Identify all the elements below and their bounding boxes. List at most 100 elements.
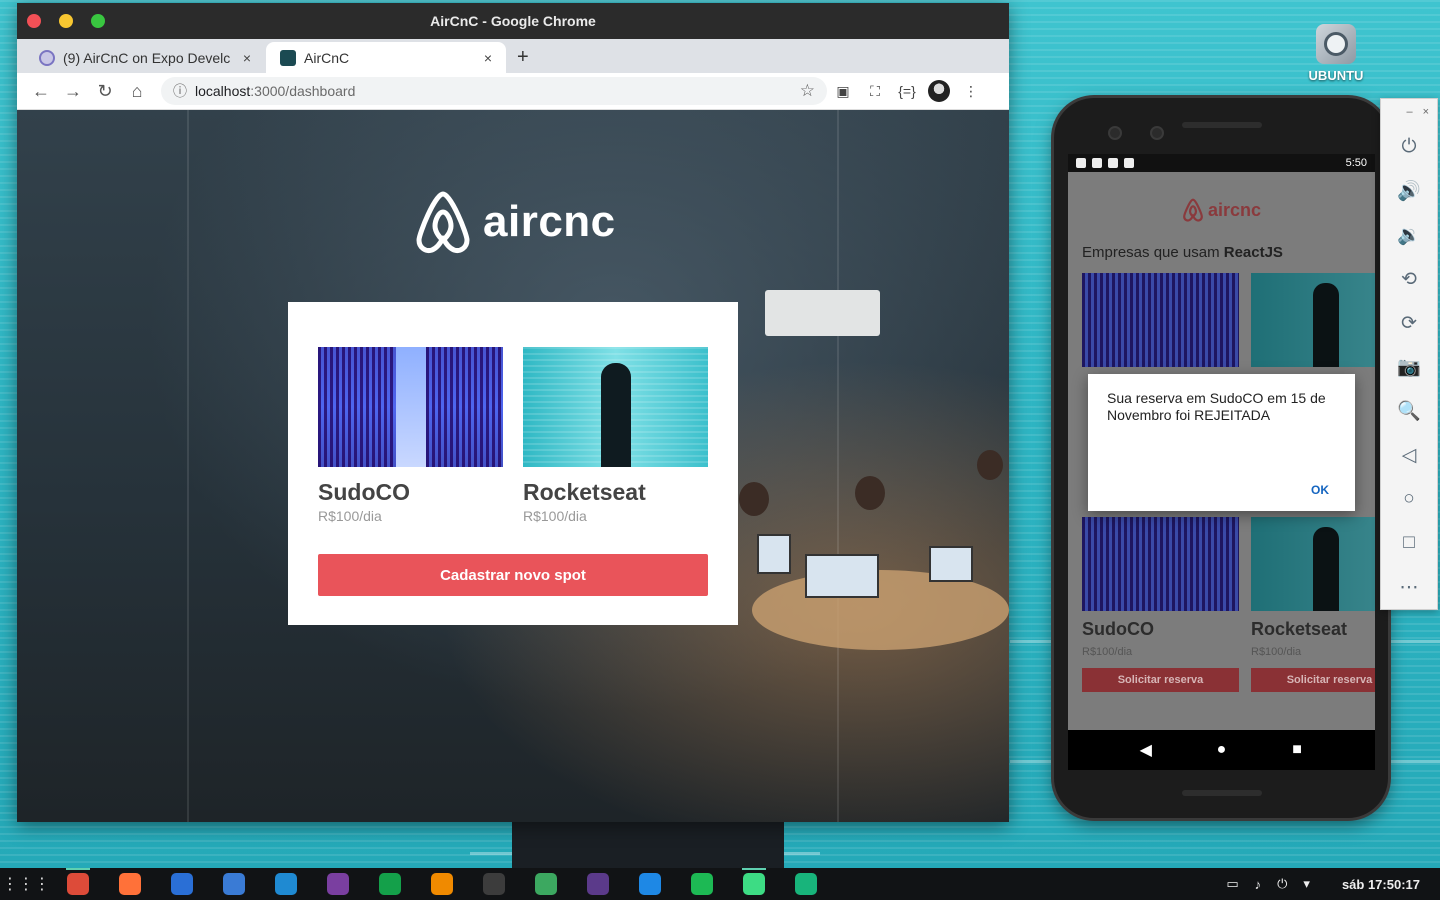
tray-menu-icon[interactable]: ▾ xyxy=(1303,876,1310,892)
camera-icon[interactable]: 📷 xyxy=(1381,345,1437,389)
taskbar-app-chrome[interactable] xyxy=(52,868,104,900)
minimize-icon[interactable]: – xyxy=(1406,106,1412,118)
logo-wordmark: aircnc xyxy=(483,197,616,246)
taskbar-app-vscode[interactable] xyxy=(260,868,312,900)
desktop-icon-ubuntu-drive[interactable]: UBUNTU xyxy=(1300,24,1372,83)
mongodb-compass-icon xyxy=(379,873,401,895)
back-icon[interactable]: ◀ xyxy=(1136,740,1156,760)
taskbar-app-app-green[interactable] xyxy=(780,868,832,900)
spot-list: SudoCO R$100/dia Rocketseat R$100/dia xyxy=(318,347,708,524)
spot-name: SudoCO xyxy=(1082,619,1154,639)
close-window-button[interactable] xyxy=(27,14,41,28)
background-ac-unit xyxy=(765,290,880,336)
extension-screenshot-icon[interactable]: ⛶ xyxy=(859,77,891,105)
android-status-bar: 5:50 xyxy=(1068,154,1375,172)
forward-button[interactable]: → xyxy=(57,77,89,105)
spot-thumbnail[interactable] xyxy=(1251,517,1375,611)
more-icon[interactable]: ⋯ xyxy=(1381,565,1437,609)
emulator-window-controls: – × xyxy=(1381,99,1437,125)
airbnb-belo-icon xyxy=(416,191,470,253)
home-button[interactable]: ⌂ xyxy=(121,77,153,105)
bookmark-star-icon[interactable]: ☆ xyxy=(800,81,815,101)
taskbar-app-firefox[interactable] xyxy=(104,868,156,900)
minimize-window-button[interactable] xyxy=(59,14,73,28)
section-tech: ReactJS xyxy=(1223,244,1283,261)
background-meeting-table xyxy=(752,570,1009,650)
taskbar-app-vlc[interactable] xyxy=(416,868,468,900)
taskbar-app-files[interactable] xyxy=(156,868,208,900)
overview-icon[interactable]: □ xyxy=(1381,521,1437,565)
power-icon[interactable]: ⏻ xyxy=(1381,125,1437,169)
dialog-message: Sua reserva em SudoCO em 15 de Novembro … xyxy=(1107,390,1326,423)
spot-name: SudoCO xyxy=(318,479,410,505)
back-icon[interactable]: ◁ xyxy=(1381,433,1437,477)
close-icon[interactable]: × xyxy=(1423,106,1429,118)
window-title: AirCnC - Google Chrome xyxy=(430,13,596,29)
back-button[interactable]: ← xyxy=(25,77,57,105)
app-grid-button[interactable]: ⋮⋮⋮ xyxy=(0,868,52,900)
taskbar-app-screenshot[interactable] xyxy=(624,868,676,900)
tab-expo-developer[interactable]: (9) AirCnC on Expo Develc × xyxy=(25,42,265,73)
screen-icon[interactable]: ▭ xyxy=(1226,876,1238,892)
request-booking-button[interactable]: Solicitar reserva xyxy=(1082,668,1239,692)
request-booking-button[interactable]: Solicitar reserva xyxy=(1251,668,1375,692)
grid-icon: ⋮⋮⋮ xyxy=(2,876,50,893)
tab-aircnc[interactable]: AirCnC × xyxy=(266,42,506,73)
chrome-menu-icon[interactable]: ⋮ xyxy=(955,77,987,105)
tab-close-icon[interactable]: × xyxy=(480,50,496,66)
rotate-left-icon[interactable]: ⟲ xyxy=(1381,257,1437,301)
spot-item-rocketseat[interactable]: Rocketseat R$100/dia xyxy=(523,347,708,524)
url-path: :3000/dashboard xyxy=(250,83,356,99)
zoom-icon[interactable]: 🔍 xyxy=(1381,389,1437,433)
background-laptop xyxy=(805,554,879,598)
tab-label: AirCnC xyxy=(304,49,350,66)
taskbar-app-mongodb-compass[interactable] xyxy=(364,868,416,900)
spot-price: R$100/dia xyxy=(1251,646,1302,658)
home-icon[interactable]: ● xyxy=(1211,741,1231,759)
taskbar-app-flameshot[interactable] xyxy=(208,868,260,900)
clock: sáb 17:50:17 xyxy=(1341,876,1420,892)
home-icon[interactable]: ○ xyxy=(1381,477,1437,521)
dialog-ok-button[interactable]: OK xyxy=(1311,483,1329,497)
extension-qr-icon[interactable]: ▣ xyxy=(827,77,859,105)
files-icon xyxy=(171,873,193,895)
airbnb-belo-icon xyxy=(1183,198,1203,222)
taskbar-app-insomnia[interactable] xyxy=(312,868,364,900)
power-icon[interactable]: ⏻ xyxy=(1277,876,1287,892)
volume-down-icon[interactable]: 🔉 xyxy=(1381,213,1437,257)
window-titlebar[interactable]: AirCnC - Google Chrome xyxy=(17,3,1009,39)
taskbar-app-terminal[interactable] xyxy=(468,868,520,900)
extension-json-icon[interactable]: {=} xyxy=(891,77,923,105)
drive-icon xyxy=(1316,24,1356,64)
vscode-icon xyxy=(275,873,297,895)
taskbar-app-android-studio[interactable] xyxy=(728,868,780,900)
rotate-right-icon[interactable]: ⟳ xyxy=(1381,301,1437,345)
spot-thumbnail[interactable] xyxy=(1082,517,1239,611)
spot-thumbnail[interactable] xyxy=(1082,273,1239,367)
new-spot-button[interactable]: Cadastrar novo spot xyxy=(318,554,708,596)
alert-dialog: Sua reserva em SudoCO em 15 de Novembro … xyxy=(1088,374,1355,511)
taskbar-app-cloud[interactable] xyxy=(520,868,572,900)
taskbar-app-video-editor[interactable] xyxy=(572,868,624,900)
spot-thumbnail[interactable] xyxy=(1251,273,1375,367)
firefox-icon xyxy=(119,873,141,895)
spot-price: R$100/dia xyxy=(1082,646,1133,658)
spot-card-rocketseat: Rocketseat R$100/dia Solicitar reserva xyxy=(1251,517,1375,692)
maximize-window-button[interactable] xyxy=(91,14,105,28)
spot-item-sudoco[interactable]: SudoCO R$100/dia xyxy=(318,347,503,524)
background-person xyxy=(977,450,1003,480)
spot-name: Rocketseat xyxy=(1251,619,1348,639)
address-bar[interactable]: ⓘ localhost :3000/dashboard ☆ xyxy=(161,77,827,105)
volume-up-icon[interactable]: 🔊 xyxy=(1381,169,1437,213)
new-tab-button[interactable]: + xyxy=(517,46,529,69)
recents-icon[interactable]: ■ xyxy=(1287,741,1307,759)
reload-button[interactable]: ↻ xyxy=(89,77,121,105)
app-logo-word: aircnc xyxy=(1207,199,1262,220)
taskbar-app-spotify[interactable] xyxy=(676,868,728,900)
volume-icon[interactable]: ♪ xyxy=(1255,877,1262,892)
section-title: Empresas que usam ReactJS xyxy=(1082,244,1361,261)
info-icon[interactable]: ⓘ xyxy=(173,81,187,101)
status-time: 5:50 xyxy=(1345,157,1367,169)
tab-close-icon[interactable]: × xyxy=(239,50,255,66)
profile-avatar[interactable] xyxy=(923,77,955,105)
